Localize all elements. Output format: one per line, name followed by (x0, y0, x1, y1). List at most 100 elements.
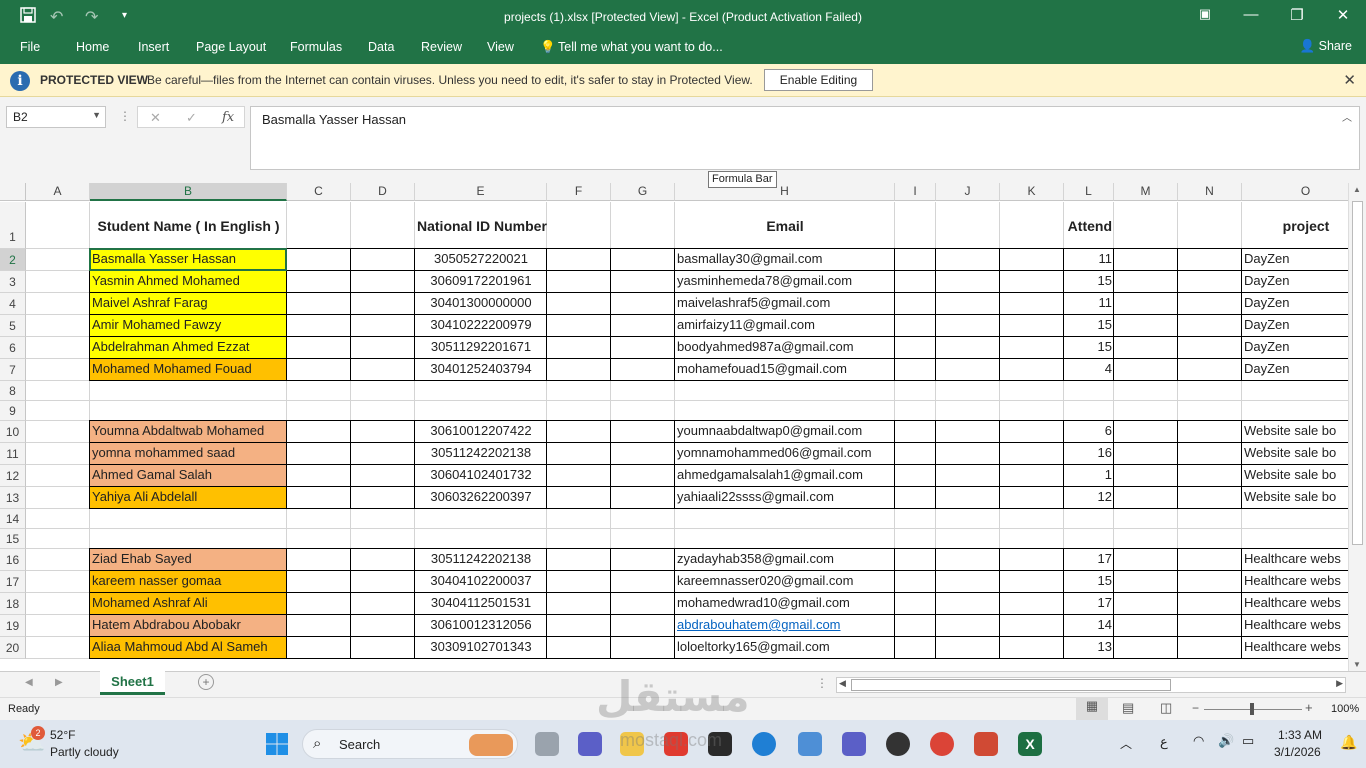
cell-name[interactable]: kareem nasser gomaa (90, 571, 287, 593)
table-cell-border[interactable] (350, 636, 415, 659)
table-cell-border[interactable] (286, 486, 351, 509)
table-cell-border[interactable] (286, 248, 351, 271)
cell-nid[interactable]: 30401252403794 (415, 359, 547, 381)
cell-nid[interactable]: 30609172201961 (415, 271, 547, 293)
zoom-out-icon[interactable]: − (1192, 701, 1199, 715)
table-cell-border[interactable] (546, 614, 611, 637)
page-break-view-icon[interactable]: ◫ (1160, 700, 1172, 716)
restore-button[interactable]: ❐ (1282, 6, 1312, 24)
table-cell-border[interactable] (546, 270, 611, 293)
tab-data[interactable]: Data (368, 40, 394, 54)
cell-name[interactable]: Yahiya Ali Abdelall (90, 487, 287, 509)
table-cell-border[interactable] (350, 248, 415, 271)
table-cell-border[interactable] (610, 420, 675, 443)
table-cell-border[interactable] (1177, 420, 1242, 443)
row-header-7[interactable]: 7 (0, 359, 26, 381)
table-cell-border[interactable] (546, 292, 611, 315)
table-cell-border[interactable] (350, 314, 415, 337)
cell-email[interactable]: maivelashraf5@gmail.com (675, 293, 895, 315)
cell-email[interactable]: yomnamohammed06@gmail.com (675, 443, 895, 465)
cell-email[interactable]: youmnaabdaltwap0@gmail.com (675, 421, 895, 443)
table-cell-border[interactable] (1113, 442, 1178, 465)
cell-email[interactable]: boodyahmed987a@gmail.com (675, 337, 895, 359)
table-cell-border[interactable] (999, 636, 1064, 659)
table-cell-border[interactable] (1177, 248, 1242, 271)
table-cell-border[interactable] (894, 314, 936, 337)
table-cell-border[interactable] (1177, 486, 1242, 509)
table-cell-border[interactable] (1177, 270, 1242, 293)
table-cell-border[interactable] (546, 592, 611, 615)
table-cell-border[interactable] (1113, 486, 1178, 509)
table-cell-border[interactable] (894, 592, 936, 615)
table-cell-border[interactable] (610, 336, 675, 359)
table-cell-border[interactable] (546, 442, 611, 465)
column-header-l[interactable]: L (1064, 183, 1114, 201)
column-header-i[interactable]: I (895, 183, 936, 201)
clock-time[interactable]: 1:33 AM (1278, 728, 1322, 742)
cell-nid[interactable]: 30603262200397 (415, 487, 547, 509)
tab-insert[interactable]: Insert (138, 40, 169, 54)
language-indicator[interactable]: ع (1160, 734, 1168, 750)
row-header-4[interactable]: 4 (0, 293, 26, 315)
store-icon[interactable] (798, 732, 822, 756)
cell-name[interactable]: Mohamed Mohamed Fouad (90, 359, 287, 381)
table-cell-border[interactable] (1177, 336, 1242, 359)
table-cell-border[interactable] (935, 336, 1000, 359)
table-cell-border[interactable] (610, 614, 675, 637)
cell-name[interactable]: Abdelrahman Ahmed Ezzat (90, 337, 287, 359)
table-cell-border[interactable] (1177, 548, 1242, 571)
table-cell-border[interactable] (546, 486, 611, 509)
task-view-icon[interactable] (535, 732, 559, 756)
cancel-icon[interactable]: ✕ (150, 110, 161, 126)
table-cell-border[interactable] (1113, 548, 1178, 571)
row-header-20[interactable]: 20 (0, 637, 26, 659)
table-cell-border[interactable] (999, 486, 1064, 509)
cell-email[interactable]: kareemnasser020@gmail.com (675, 571, 895, 593)
table-cell-border[interactable] (286, 292, 351, 315)
table-cell-border[interactable] (610, 270, 675, 293)
table-cell-border[interactable] (894, 270, 936, 293)
row-header-5[interactable]: 5 (0, 315, 26, 337)
table-cell-border[interactable] (1113, 314, 1178, 337)
table-cell-border[interactable] (999, 548, 1064, 571)
table-cell-border[interactable] (999, 292, 1064, 315)
cell-email[interactable]: mohamedwrad10@gmail.com (675, 593, 895, 615)
chatgpt-icon[interactable] (886, 732, 910, 756)
cell-email[interactable]: mohamefouad15@gmail.com (675, 359, 895, 381)
table-cell-border[interactable] (894, 464, 936, 487)
vertical-scrollbar[interactable]: ▲ ▼ (1348, 183, 1366, 671)
zoom-level[interactable]: 100% (1331, 703, 1359, 715)
table-cell-border[interactable] (1113, 270, 1178, 293)
table-cell-border[interactable] (935, 570, 1000, 593)
table-cell-border[interactable] (286, 270, 351, 293)
table-cell-border[interactable] (935, 358, 1000, 381)
table-cell-border[interactable] (1113, 292, 1178, 315)
row-header-16[interactable]: 16 (0, 549, 26, 571)
table-cell-border[interactable] (935, 270, 1000, 293)
cell-nid[interactable]: 30511292201671 (415, 337, 547, 359)
close-icon[interactable]: ✕ (1343, 71, 1356, 89)
name-box[interactable]: B2 ▼ (6, 106, 106, 128)
cell-name[interactable]: Amir Mohamed Fawzy (90, 315, 287, 337)
table-cell-border[interactable] (999, 570, 1064, 593)
table-cell-border[interactable] (935, 548, 1000, 571)
table-cell-border[interactable] (999, 314, 1064, 337)
table-cell-border[interactable] (999, 442, 1064, 465)
row-header-18[interactable]: 18 (0, 593, 26, 615)
table-cell-border[interactable] (1177, 442, 1242, 465)
row-header-9[interactable]: 9 (0, 401, 26, 421)
table-cell-border[interactable] (1177, 358, 1242, 381)
edge-icon[interactable] (752, 732, 776, 756)
add-sheet-icon[interactable]: + (198, 674, 214, 690)
table-cell-border[interactable] (546, 314, 611, 337)
hscroll-left-icon[interactable]: ◀ (839, 678, 846, 689)
table-cell-border[interactable] (350, 464, 415, 487)
resize-dots-icon[interactable]: ⋮ (119, 109, 131, 123)
row-header-14[interactable]: 14 (0, 509, 26, 529)
cell-attend[interactable]: 15 (1064, 571, 1114, 593)
enter-icon[interactable]: ✓ (186, 110, 197, 126)
column-header-k[interactable]: K (1000, 183, 1064, 201)
table-cell-border[interactable] (935, 248, 1000, 271)
cell-attend[interactable]: 14 (1064, 615, 1114, 637)
column-header-f[interactable]: F (547, 183, 611, 201)
